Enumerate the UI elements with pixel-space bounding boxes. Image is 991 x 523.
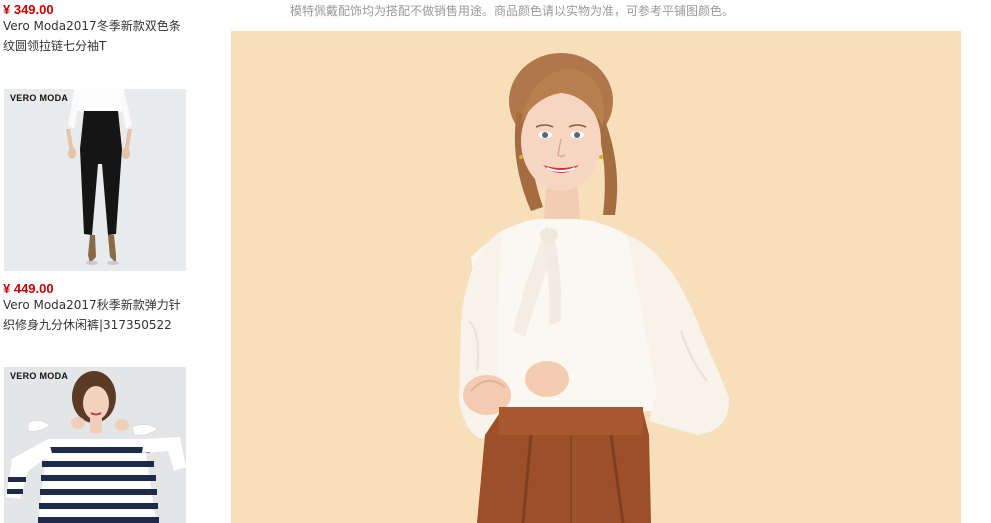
product-title-link[interactable]: Vero Moda2017秋季新款弹力针织修身九分休闲裤|317350522	[3, 295, 188, 335]
brand-logo: VERO MODA	[10, 371, 69, 381]
product-thumbnail-striped-top[interactable]: VERO MODA	[4, 367, 186, 523]
product-detail-page: ¥ 349.00 Vero Moda2017冬季新款双色条纹圆领拉链七分袖T V…	[0, 0, 991, 523]
model-photo	[231, 31, 961, 523]
model-accessory-notice: 模特佩戴配饰均为搭配不做销售用途。商品颜色请以实物为准，可参考平铺图颜色。	[290, 4, 735, 18]
product-thumbnail-pants[interactable]: VERO MODA	[4, 89, 186, 271]
recommended-products-sidebar: ¥ 349.00 Vero Moda2017冬季新款双色条纹圆领拉链七分袖T V…	[0, 0, 200, 523]
product-thumbnail-icon	[4, 89, 186, 271]
model-photo-icon	[231, 31, 961, 523]
product-title-link[interactable]: Vero Moda2017冬季新款双色条纹圆领拉链七分袖T	[3, 16, 188, 56]
brand-logo: VERO MODA	[10, 93, 69, 103]
product-thumbnail-icon	[4, 367, 186, 523]
